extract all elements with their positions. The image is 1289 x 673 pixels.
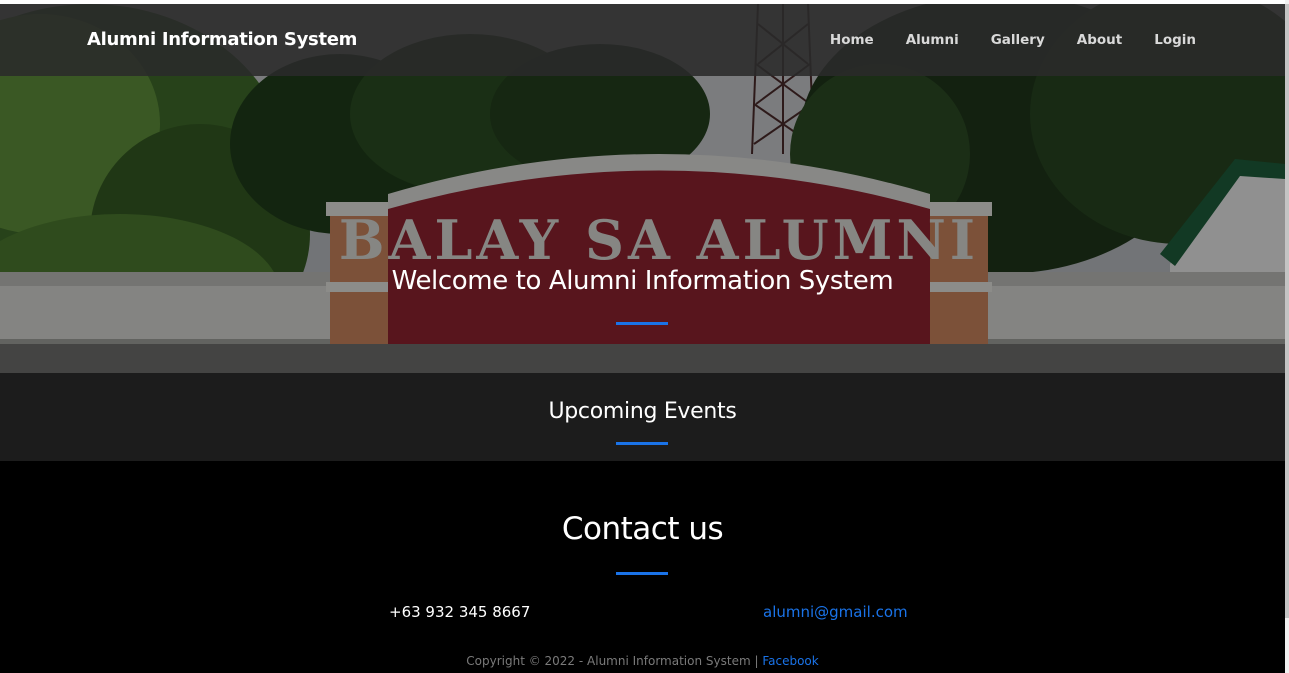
- page-scrollbar-thumb[interactable]: [1285, 4, 1289, 618]
- footer-copyright: Copyright © 2022 - Alumni Information Sy…: [0, 654, 1285, 668]
- nav-link-gallery[interactable]: Gallery: [991, 32, 1045, 48]
- facebook-link[interactable]: Facebook: [762, 654, 818, 668]
- hero-title-divider: [616, 322, 668, 325]
- contact-phone: +63 932 345 8667: [389, 603, 531, 621]
- events-title-divider: [616, 442, 668, 445]
- nav-link-about[interactable]: About: [1077, 32, 1122, 48]
- nav-link-home[interactable]: Home: [830, 32, 874, 48]
- upcoming-events-section: Upcoming Events: [0, 373, 1285, 461]
- copyright-text: Copyright © 2022 - Alumni Information Sy…: [466, 654, 763, 668]
- contact-email-link[interactable]: alumni@gmail.com: [763, 603, 908, 621]
- hero-section: BALAY SA ALUMNI Alumni Information Syste…: [0, 4, 1285, 373]
- nav-menu: Home Alumni Gallery About Login: [798, 32, 1196, 48]
- page: BALAY SA ALUMNI Alumni Information Syste…: [0, 4, 1285, 673]
- contact-section: Contact us +63 932 345 8667 alumni@gmail…: [0, 461, 1285, 673]
- nav-link-alumni[interactable]: Alumni: [906, 32, 959, 48]
- contact-title: Contact us: [561, 511, 724, 547]
- events-title: Upcoming Events: [548, 399, 737, 424]
- top-navbar: Alumni Information System Home Alumni Ga…: [0, 4, 1285, 76]
- brand-title[interactable]: Alumni Information System: [87, 29, 357, 50]
- nav-link-login[interactable]: Login: [1154, 32, 1196, 48]
- contact-title-divider: [616, 572, 668, 575]
- hero-title: Welcome to Alumni Information System: [391, 266, 894, 296]
